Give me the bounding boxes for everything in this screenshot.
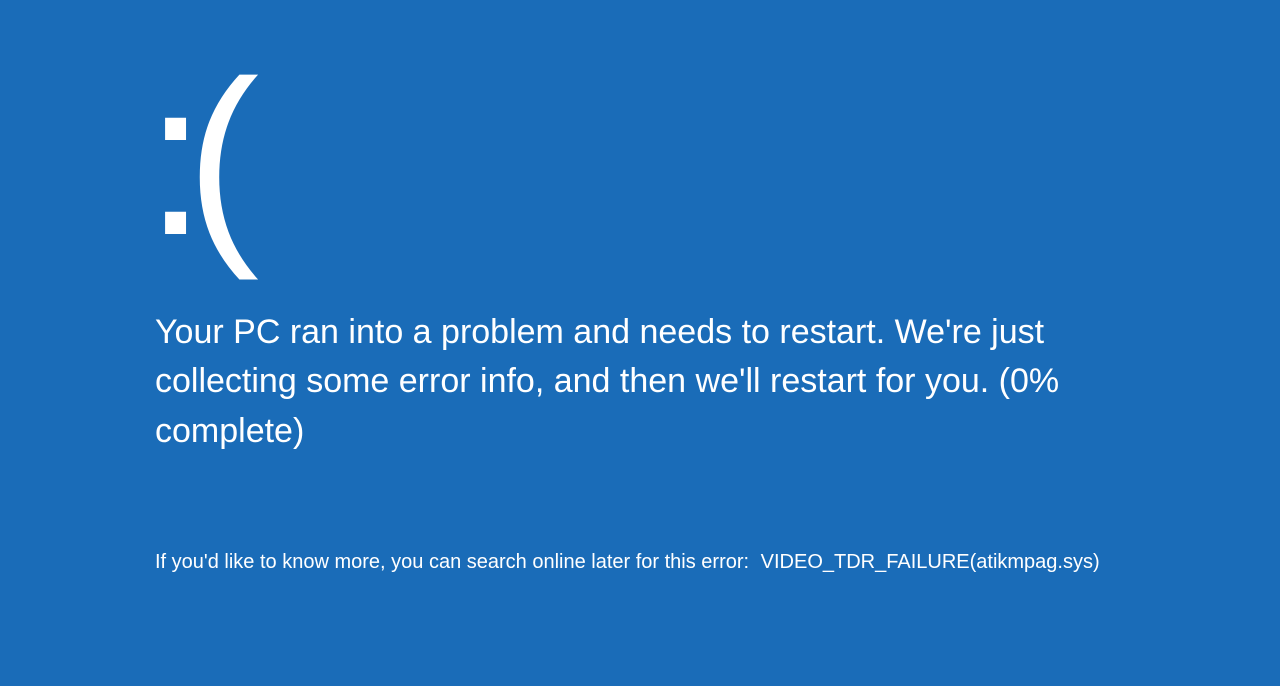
error-code: VIDEO_TDR_FAILURE(atikmpag.sys) xyxy=(761,551,1100,573)
footer-prefix-text: If you'd like to know more, you can sear… xyxy=(155,551,749,573)
sad-face-emoticon: :( xyxy=(145,48,1220,268)
error-message: Your PC ran into a problem and needs to … xyxy=(155,308,1175,456)
error-footer: If you'd like to know more, you can sear… xyxy=(155,551,1220,574)
bsod-screen: :( Your PC ran into a problem and needs … xyxy=(0,0,1280,574)
